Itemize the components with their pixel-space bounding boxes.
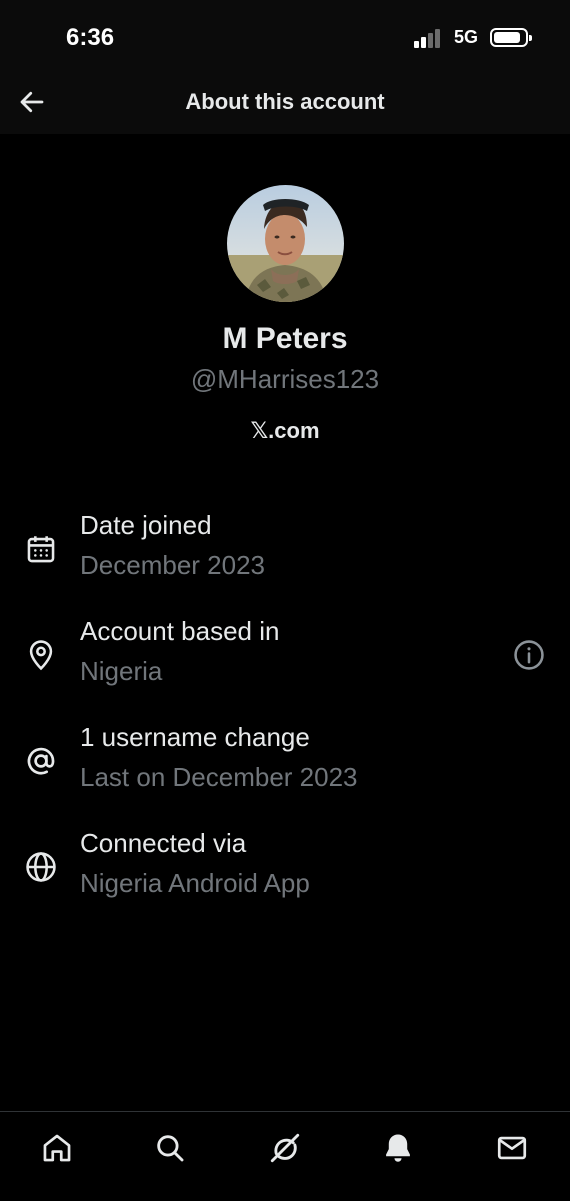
avatar[interactable] [227, 185, 344, 302]
nav-home[interactable] [37, 1128, 77, 1168]
grok-icon [270, 1133, 300, 1163]
nav-notifications[interactable] [378, 1128, 418, 1168]
account-based-in-value: Nigeria [80, 656, 163, 686]
nav-messages[interactable] [492, 1128, 532, 1168]
profile-name: M Peters [222, 322, 348, 355]
status-bar: 6:36 5G [0, 0, 570, 76]
username-change-value: Last on December 2023 [80, 762, 358, 792]
username-change-row: 1 username change Last on December 2023 [0, 722, 570, 802]
battery-icon [490, 28, 532, 47]
home-icon [43, 1134, 71, 1162]
page-title: About this account [185, 89, 385, 114]
globe-icon [24, 850, 58, 884]
network-type: 5G [454, 27, 479, 47]
connected-via-row: Connected via Nigeria Android App [0, 828, 570, 908]
location-pin-icon [24, 638, 58, 672]
mail-icon [497, 1136, 527, 1160]
connected-via-value: Nigeria Android App [80, 868, 310, 898]
account-location-info-button[interactable] [510, 636, 548, 674]
date-joined-label: Date joined [80, 510, 212, 540]
app-header: About this account [0, 76, 570, 134]
signal-strength-icon [414, 28, 446, 48]
bell-icon [386, 1134, 410, 1162]
search-icon [157, 1135, 184, 1162]
at-sign-icon [24, 744, 58, 778]
status-time: 6:36 [66, 24, 115, 51]
info-icon [514, 640, 544, 670]
account-based-in-row: Account based in Nigeria [0, 616, 570, 696]
profile-site: 𝕏.com [250, 418, 320, 443]
bottom-nav [0, 1111, 570, 1201]
calendar-icon [24, 532, 58, 566]
profile-handle: @MHarrises123 [190, 364, 380, 394]
username-change-label: 1 username change [80, 722, 310, 752]
connected-via-label: Connected via [80, 828, 247, 858]
nav-grok[interactable] [265, 1128, 305, 1168]
account-based-in-label: Account based in [80, 616, 280, 646]
nav-search[interactable] [150, 1128, 190, 1168]
date-joined-value: December 2023 [80, 550, 265, 580]
date-joined-row: Date joined December 2023 [0, 510, 570, 590]
